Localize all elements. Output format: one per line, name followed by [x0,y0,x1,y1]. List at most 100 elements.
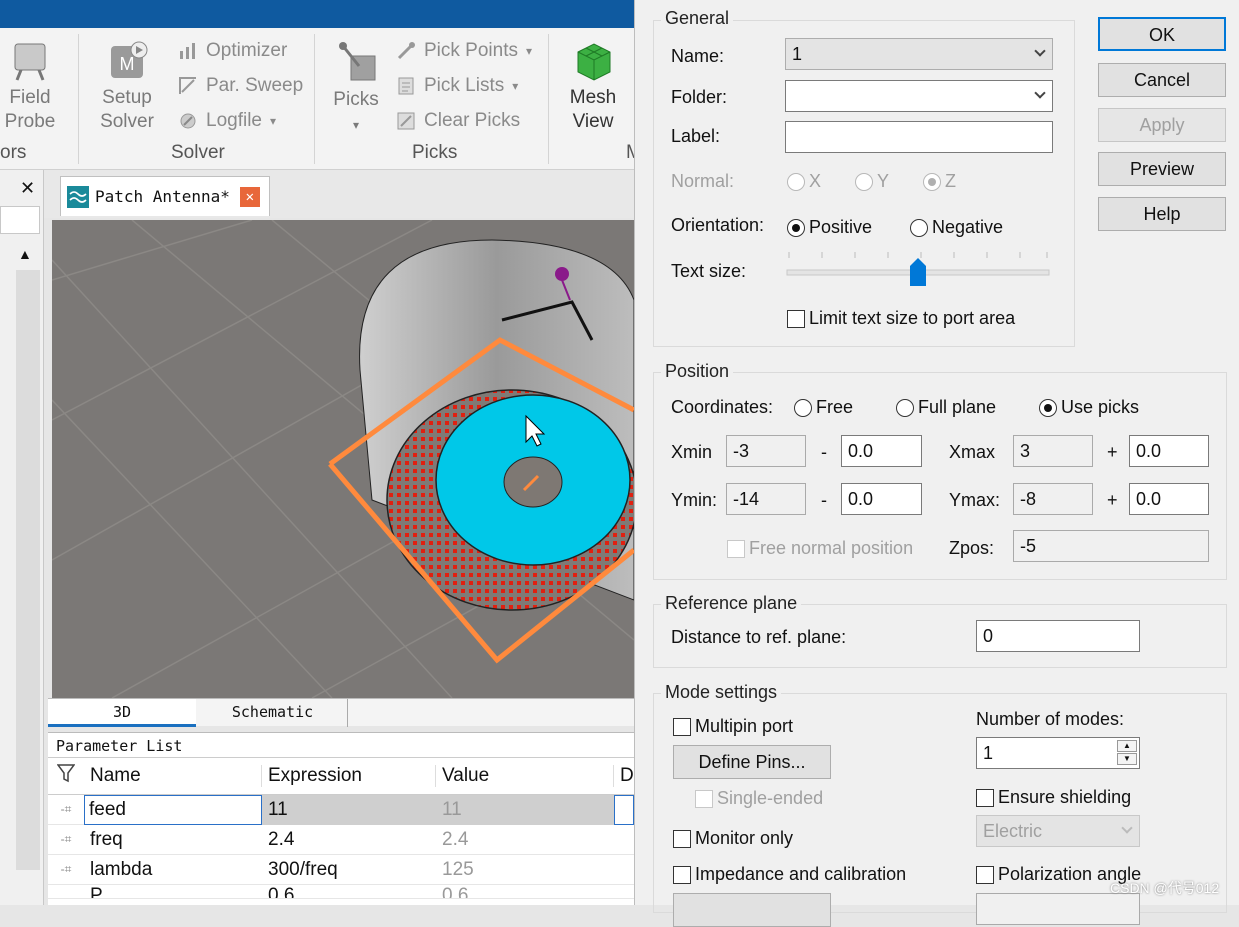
param-name-cell[interactable]: P [84,885,262,898]
zpos-field: -5 [1013,530,1209,562]
limit-text-label: Limit text size to port area [809,308,1016,328]
orientation-positive-radio[interactable]: Positive [787,217,872,238]
setup-solver-icon: M [111,41,148,78]
normal-z-radio: Z [923,171,956,192]
spin-down-icon[interactable]: ▼ [1117,753,1137,765]
document-tab-label: Patch Antenna* [95,187,230,206]
xmax-offset-input[interactable]: 0.0 [1129,435,1209,467]
filter-icon[interactable] [48,763,84,789]
logfile-button[interactable]: Logfile ▾ [178,110,276,132]
normal-y-label: Y [877,171,890,191]
tree-search-field[interactable] [0,206,40,234]
coordinates-free-radio[interactable]: Free [794,397,853,418]
param-expression-cell[interactable]: 0.6 [262,885,436,898]
distance-to-ref-plane-input[interactable]: 0 [976,620,1140,652]
tree-scrollbar[interactable] [16,270,40,870]
field-probe-button[interactable]: Field Probe [0,40,60,134]
pick-points-icon [397,42,415,60]
help-button[interactable]: Help [1098,197,1226,231]
clear-picks-icon [397,112,415,130]
pick-marker-icon [555,267,569,281]
par-sweep-icon [179,77,196,94]
cancel-button[interactable]: Cancel [1098,63,1226,97]
column-header-description[interactable]: D [614,765,634,787]
folder-combobox[interactable] [785,80,1053,112]
limit-text-checkbox[interactable]: Limit text size to port area [787,308,1015,329]
close-tab-icon[interactable]: ✕ [239,186,260,207]
number-of-modes-stepper[interactable]: 1 ▲ ▼ [976,737,1140,769]
ok-button[interactable]: OK [1098,17,1226,51]
param-name-cell[interactable]: feed [84,794,262,825]
label-input[interactable] [785,121,1053,153]
table-row[interactable]: -⌗ feed 11 11 [48,794,634,825]
logfile-label: Logfile [206,110,262,131]
orientation-positive-label: Positive [809,217,873,237]
coordinates-full-plane-label: Full plane [918,397,997,417]
spin-up-icon[interactable]: ▲ [1117,740,1137,752]
column-header-expression[interactable]: Expression [262,765,436,787]
preview-button[interactable]: Preview [1098,152,1226,186]
pick-points-button[interactable]: Pick Points ▾ [396,40,532,62]
par-sweep-button[interactable]: Par. Sweep [178,75,303,97]
param-expression-cell[interactable]: 300/freq [262,859,436,881]
3d-viewport[interactable] [52,220,634,698]
param-name-cell[interactable]: freq [84,829,262,851]
param-name-cell[interactable]: lambda [84,859,262,881]
define-lines-button[interactable] [673,893,831,927]
setup-solver-button[interactable]: M Setup Solver [94,40,160,134]
tab-3d[interactable]: 3D [48,699,196,727]
single-ended-label: Single-ended [717,788,824,808]
scroll-up-icon[interactable]: ▲ [18,246,32,262]
column-header-value[interactable]: Value [436,765,614,787]
coordinates-use-picks-label: Use picks [1061,397,1140,417]
param-expression-cell[interactable]: 2.4 [262,829,436,851]
pick-lists-button[interactable]: Pick Lists ▾ [396,75,518,97]
table-row[interactable]: P 0.6 0.6 [48,885,634,899]
mesh-view-button[interactable]: Mesh View [560,40,626,134]
free-normal-position-checkbox: Free normal position [727,538,913,559]
column-header-name[interactable]: Name [84,765,262,787]
optimizer-button[interactable]: Optimizer [178,40,287,62]
xmin-field: -3 [726,435,806,467]
mesh-view-label-2: View [572,111,614,132]
param-description-cell[interactable] [614,794,634,825]
name-combobox[interactable]: 1 [785,38,1053,70]
table-row[interactable]: -⌗ freq 2.4 2.4 [48,825,634,855]
coordinates-full-plane-radio[interactable]: Full plane [896,397,996,418]
ymin-offset-input[interactable]: 0.0 [841,483,922,515]
orientation-negative-radio[interactable]: Negative [910,217,1003,238]
view-tabs: 3D Schematic [48,698,634,727]
clear-picks-button[interactable]: Clear Picks [396,110,520,132]
ymax-plus-sign: + [1107,490,1118,510]
normal-y-radio: Y [855,171,889,192]
param-expression-cell[interactable]: 11 [262,794,436,825]
setup-solver-label-2: Solver [100,111,154,132]
watermark-text: CSDN @代号012 [1110,880,1220,896]
ribbon: Field Probe ors M Setup Solver Optimizer… [0,28,642,170]
optimizer-icon [180,43,195,59]
svg-text:M: M [120,54,135,74]
xmin-offset-input[interactable]: 0.0 [841,435,922,467]
tab-schematic[interactable]: Schematic [198,699,348,727]
logfile-dropdown-icon: ▾ [270,114,277,128]
document-tab-patch-antenna[interactable]: Patch Antenna* ✕ [60,176,270,216]
ensure-shielding-checkbox[interactable]: Ensure shielding [976,787,1131,808]
table-row[interactable]: -⌗ lambda 300/freq 125 [48,855,634,885]
impedance-calibration-checkbox[interactable]: Impedance and calibration [673,864,906,885]
multipin-port-checkbox[interactable]: Multipin port [673,716,793,737]
slider-thumb[interactable] [910,258,926,286]
ribbon-separator [78,34,79,164]
text-size-slider[interactable] [785,250,1051,290]
coordinates-use-picks-radio[interactable]: Use picks [1039,397,1139,418]
distance-to-ref-plane-label: Distance to ref. plane: [671,627,847,647]
monitor-only-checkbox[interactable]: Monitor only [673,828,793,849]
mesh-view-icon [577,43,611,81]
define-pins-button[interactable]: Define Pins... [673,745,831,779]
ymax-offset-input[interactable]: 0.0 [1129,483,1209,515]
orientation-label: Orientation: [671,215,765,235]
picks-button[interactable]: Picks ▾ [328,38,384,137]
close-icon[interactable]: ✕ [20,178,35,199]
pick-points-dropdown-icon: ▾ [525,44,533,58]
pick-lists-label: Pick Lists [424,75,505,96]
single-ended-checkbox: Single-ended [695,788,823,809]
